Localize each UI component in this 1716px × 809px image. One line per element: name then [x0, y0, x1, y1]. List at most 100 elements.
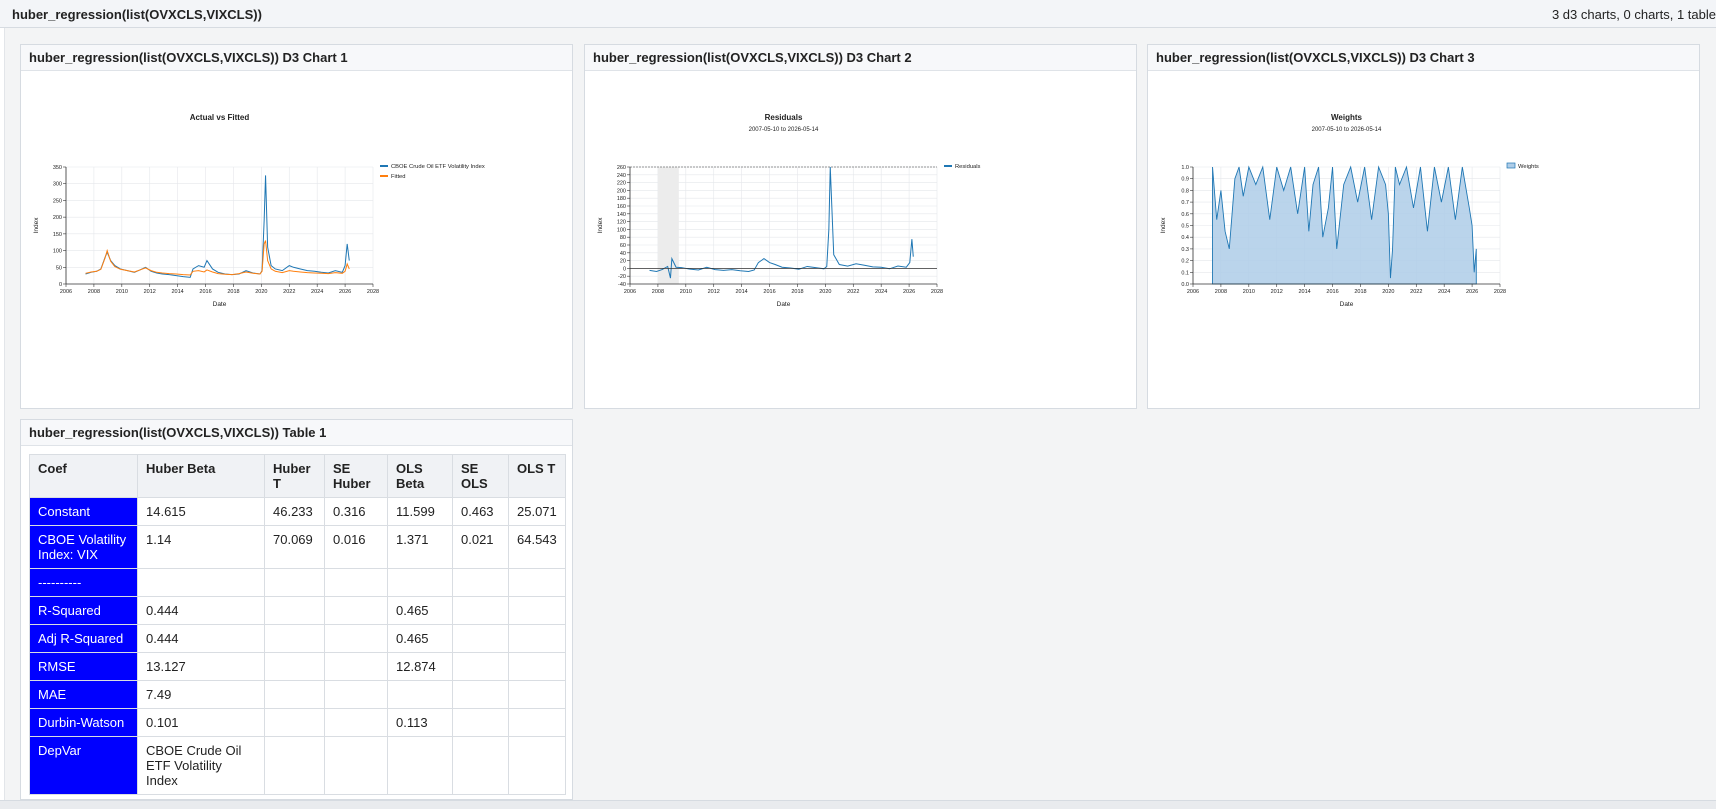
x-tick-label: 2026 [1466, 289, 1478, 295]
table-cell [508, 652, 566, 681]
y-tick-label: 20 [620, 259, 626, 265]
table-cell: 14.615 [137, 497, 265, 526]
x-axis-label: Date [777, 301, 791, 308]
y-tick-label: 0.0 [1181, 282, 1189, 288]
y-tick-label: 0.3 [1181, 247, 1189, 253]
table-cell: 0.465 [387, 624, 453, 653]
y-tick-label: 0.8 [1181, 188, 1189, 194]
table-cell: CBOE Crude Oil ETF Volatility Index [137, 736, 265, 795]
x-tick-label: 2006 [1187, 289, 1199, 295]
table-cell: 0.465 [387, 596, 453, 625]
x-tick-label: 2010 [680, 289, 692, 295]
x-tick-label: 2024 [311, 289, 323, 295]
y-tick-label: -20 [618, 274, 626, 280]
row-label: RMSE [29, 652, 138, 681]
x-tick-label: 2018 [791, 289, 803, 295]
table-cell [324, 568, 388, 597]
x-tick-label: 2006 [624, 289, 636, 295]
table-cell: 0.463 [452, 497, 509, 526]
y-tick-label: 0.4 [1181, 235, 1189, 241]
y-tick-label: 350 [53, 165, 62, 171]
x-tick-label: 2028 [1494, 289, 1506, 295]
x-tick-label: 2028 [931, 289, 943, 295]
table-row: DepVar CBOE Crude Oil ETF Volatility Inde… [29, 736, 566, 795]
x-tick-label: 2012 [708, 289, 720, 295]
y-tick-label: 300 [53, 182, 62, 188]
table-cell: 7.49 [137, 680, 265, 709]
table-cell: 70.069 [264, 525, 325, 569]
table-row: R-Squared 0.444 0.465 [29, 596, 566, 625]
chart-1-svg: Actual vs Fitted 2006 2008 2010 2012 2014 2016… [33, 113, 485, 308]
table-row: ---------- [29, 568, 566, 597]
table-row: Durbin-Watson 0.101 0.113 [29, 708, 566, 737]
chart-2-svg: Residuals 2007-05-10 to 2026-05-14 2006 200… [597, 113, 981, 308]
x-tick-label: 2018 [227, 289, 239, 295]
x-tick-label: 2024 [1438, 289, 1450, 295]
row-label: R-Squared [29, 596, 138, 625]
table-cell: 11.599 [387, 497, 453, 526]
row-label: MAE [29, 680, 138, 709]
column-header: Huber Beta [137, 454, 265, 498]
series-line-0 [85, 175, 350, 278]
left-edge [0, 28, 5, 800]
x-tick-label: 2016 [1326, 289, 1338, 295]
table-row: CBOE Volatility Index: VIX 1.14 70.069 0.01… [29, 525, 566, 569]
y-tick-label: 260 [617, 165, 626, 171]
x-tick-label: 2026 [903, 289, 915, 295]
x-tick-label: 2014 [1299, 289, 1311, 295]
y-tick-label: 200 [617, 188, 626, 194]
x-tick-label: 2010 [1243, 289, 1255, 295]
table-cell: 12.874 [387, 652, 453, 681]
x-tick-label: 2014 [736, 289, 748, 295]
y-tick-label: 250 [53, 198, 62, 204]
table-cell: 46.233 [264, 497, 325, 526]
x-tick-label: 2028 [367, 289, 379, 295]
table-cell [452, 568, 509, 597]
x-tick-label: 2026 [339, 289, 351, 295]
legend-label: Residuals [955, 164, 981, 170]
y-tick-label: 0 [59, 282, 62, 288]
x-tick-label: 2010 [116, 289, 128, 295]
y-tick-label: 50 [56, 265, 62, 271]
x-tick-label: 2014 [172, 289, 184, 295]
table-cell [264, 596, 325, 625]
y-tick-label: 120 [617, 220, 626, 226]
table-row: MAE 7.49 [29, 680, 566, 709]
chart-title: Weights [1331, 113, 1363, 122]
series-line-1 [85, 240, 350, 276]
table-cell: 0.113 [387, 708, 453, 737]
table-cell: 0.101 [137, 708, 265, 737]
regression-table: Coef Huber Beta Huber T SE Huber OLS Beta SE … [29, 454, 566, 795]
table-cell [324, 680, 388, 709]
series-line-0 [649, 166, 914, 279]
table-panel-title: huber_regression(list(OVXCLS,VIXCLS)) Ta… [21, 420, 572, 446]
table-cell: 0.316 [324, 497, 388, 526]
y-tick-label: 160 [617, 204, 626, 210]
table-cell [452, 596, 509, 625]
chart-panel-3-title: huber_regression(list(OVXCLS,VIXCLS)) D3… [1148, 45, 1699, 71]
gridlines [65, 166, 374, 285]
table-cell [324, 624, 388, 653]
weights-area [1212, 165, 1477, 285]
legend-swatch [1506, 162, 1516, 169]
column-header: SE Huber [324, 454, 388, 498]
legend-label: Weights [1518, 164, 1539, 170]
y-tick-label: 0.7 [1181, 200, 1189, 206]
table-cell [452, 680, 509, 709]
table-cell [508, 680, 566, 709]
table-cell: 0.021 [452, 525, 509, 569]
table-cell [324, 596, 388, 625]
table-cell [387, 568, 453, 597]
table-row: RMSE 13.127 12.874 [29, 652, 566, 681]
table-cell: 1.14 [137, 525, 265, 569]
y-axis-label: Index [597, 217, 604, 234]
table-header-row: Coef Huber Beta Huber T SE Huber OLS Beta SE … [29, 454, 566, 498]
table-cell [387, 680, 453, 709]
table-cell [508, 568, 566, 597]
y-tick-label: 0 [623, 266, 626, 272]
x-tick-label: 2022 [847, 289, 859, 295]
chart-subtitle: 2007-05-10 to 2026-05-14 [749, 127, 819, 133]
table-cell [264, 652, 325, 681]
table-cell [452, 736, 509, 795]
table-cell [137, 568, 265, 597]
